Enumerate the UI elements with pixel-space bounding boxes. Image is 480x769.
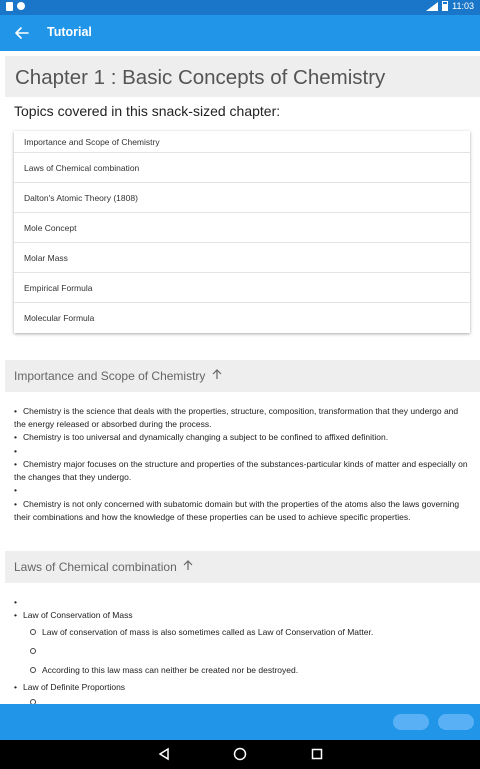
section-header-laws: Laws of Chemical combination (5, 551, 480, 583)
topic-item-mole-concept[interactable]: Mole Concept (14, 213, 470, 243)
topic-item-laws[interactable]: Laws of Chemical combination (14, 153, 470, 183)
topics-heading: Topics covered in this snack-sized chapt… (14, 103, 281, 119)
list-subitem (30, 645, 470, 658)
triangle-back-icon[interactable] (156, 746, 172, 762)
status-bar: 11:03 (0, 0, 480, 15)
app-bar: Tutorial (0, 15, 480, 51)
notification-icons (6, 2, 25, 11)
bottom-toolbar (0, 704, 480, 740)
app-bar-title: Tutorial (47, 25, 92, 39)
square-recents-icon[interactable] (309, 746, 325, 762)
circle-home-icon[interactable] (232, 746, 248, 762)
topic-item-importance[interactable]: Importance and Scope of Chemistry (14, 131, 470, 153)
list-item: • Chemistry major focuses on the structur… (14, 459, 468, 482)
notification-icon (17, 2, 25, 10)
list-subitem (30, 696, 470, 704)
topic-item-molecular-formula[interactable]: Molecular Formula (14, 303, 470, 333)
system-nav-bar (0, 740, 480, 769)
battery-icon (442, 1, 449, 11)
section-header-importance: Importance and Scope of Chemistry (5, 360, 480, 392)
list-subitem: According to this law mass can neither b… (30, 664, 470, 677)
chapter-content[interactable]: Chapter 1 : Basic Concepts of Chemistry … (0, 51, 480, 704)
list-item: • (14, 485, 17, 495)
list-item: • Law of Definite Proportions (14, 682, 126, 692)
system-icons: 11:03 (426, 1, 474, 11)
section-title: Laws of Chemical combination (14, 560, 177, 574)
list-item: • Chemistry is the science that deals wit… (14, 406, 459, 429)
chapter-header: Chapter 1 : Basic Concepts of Chemistry (5, 56, 480, 97)
list-item: • Law of Conservation of Mass (14, 610, 133, 620)
chapter-title: Chapter 1 : Basic Concepts of Chemistry (15, 66, 386, 89)
toolbar-button[interactable] (393, 714, 429, 730)
status-time: 11:03 (452, 1, 474, 11)
signal-icon (426, 1, 439, 11)
list-item: • (14, 446, 17, 456)
list-item: • Chemistry is too universal and dynamica… (14, 432, 389, 442)
topic-item-molar-mass[interactable]: Molar Mass (14, 243, 470, 273)
section-title: Importance and Scope of Chemistry (14, 369, 206, 383)
topic-item-dalton[interactable]: Dalton's Atomic Theory (1808) (14, 183, 470, 213)
list-item: • (14, 597, 17, 607)
toolbar-button[interactable] (438, 714, 474, 730)
topics-list: Importance and Scope of Chemistry Laws o… (14, 131, 470, 333)
list-subitem: Law of conservation of mass is also some… (30, 626, 470, 639)
topic-item-empirical-formula[interactable]: Empirical Formula (14, 273, 470, 303)
arrow-left-icon[interactable] (12, 23, 32, 43)
arrow-up-icon[interactable] (212, 369, 222, 383)
notification-icon (6, 2, 13, 11)
list-item: • Chemistry is not only concerned with su… (14, 499, 460, 522)
arrow-up-icon[interactable] (183, 560, 193, 574)
